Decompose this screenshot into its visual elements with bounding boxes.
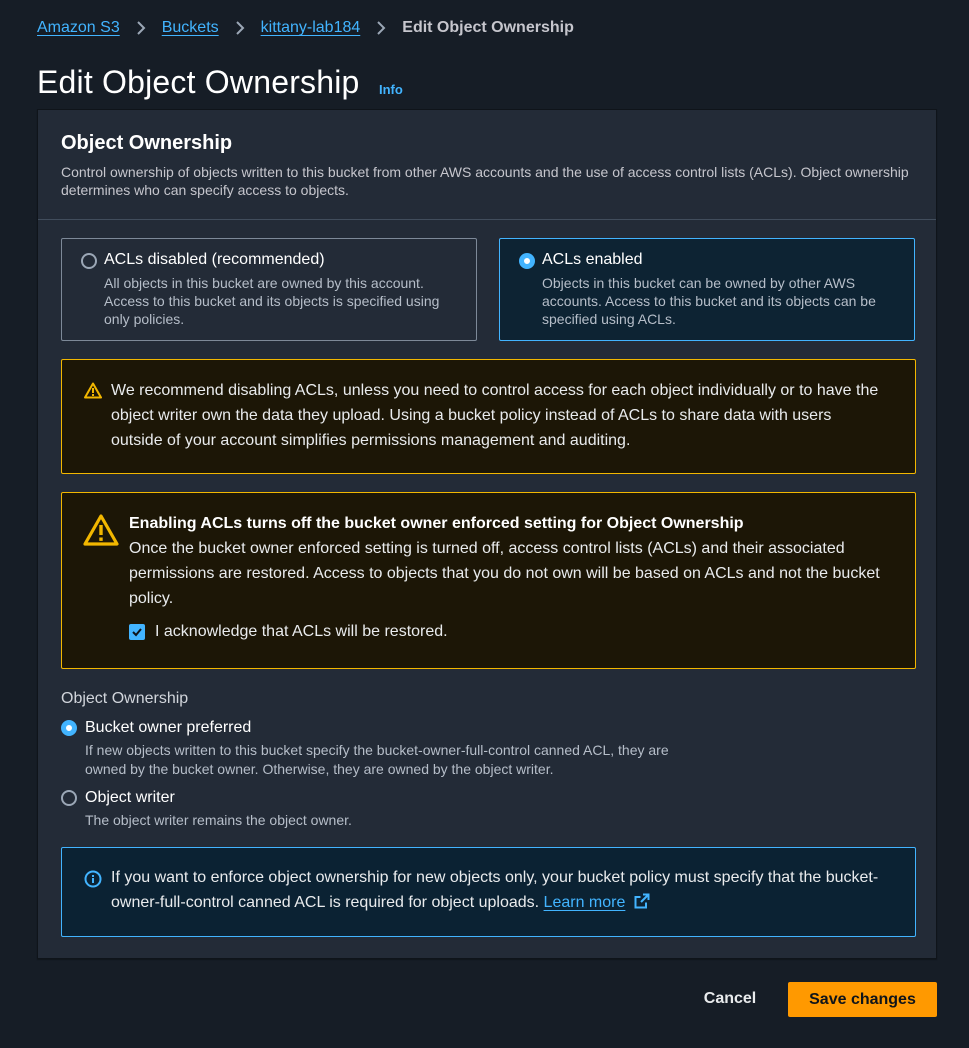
ownership-label: Object Ownership — [61, 690, 189, 707]
learn-more-link[interactable]: Learn more — [544, 894, 626, 911]
chevron-right-icon — [136, 21, 146, 35]
acls-enabled-description: Objects in this bucket can be owned by o… — [542, 275, 876, 327]
breadcrumb-buckets[interactable]: Buckets — [162, 19, 219, 37]
acls-disabled-title: ACLs disabled (recommended) — [104, 251, 325, 268]
info-circle-icon — [84, 870, 102, 893]
enforce-info-alert: If you want to enforce object ownership … — [61, 847, 916, 937]
acls-disabled-tile[interactable]: ACLs disabled (recommended) All objects … — [61, 238, 477, 341]
acls-disabled-description: All objects in this bucket are owned by … — [104, 275, 440, 327]
warning-icon — [84, 382, 102, 404]
acknowledge-checkbox[interactable] — [129, 624, 145, 640]
info-link[interactable]: Info — [379, 82, 403, 97]
acknowledge-row[interactable]: I acknowledge that ACLs will be restored… — [129, 623, 885, 641]
panel-title: Object Ownership — [61, 132, 233, 154]
object-writer-description: The object writer remains the object own… — [85, 812, 352, 828]
bucket-owner-preferred-title: Bucket owner preferred — [85, 719, 252, 736]
enforce-info-text: If you want to enforce object ownership … — [111, 865, 885, 917]
recommend-warning-text: We recommend disabling ACLs, unless you … — [111, 382, 879, 449]
acknowledge-label: I acknowledge that ACLs will be restored… — [155, 623, 448, 640]
object-writer-option[interactable]: Object writer The object writer remains … — [61, 787, 701, 830]
panel-description: Control ownership of objects written to … — [61, 164, 909, 198]
warning-icon — [83, 513, 119, 552]
bucket-owner-preferred-radio[interactable] — [61, 720, 77, 736]
object-writer-radio[interactable] — [61, 790, 77, 806]
acls-disabled-radio[interactable] — [81, 253, 97, 269]
panel-header: Object Ownership Control ownership of ob… — [38, 110, 936, 220]
object-writer-title: Object writer — [85, 789, 175, 806]
acls-enabled-title: ACLs enabled — [542, 251, 643, 268]
enabling-acls-alert: Enabling ACLs turns off the bucket owner… — [61, 492, 916, 669]
recommend-warning-alert: We recommend disabling ACLs, unless you … — [61, 359, 916, 474]
chevron-right-icon — [376, 21, 386, 35]
cancel-button[interactable]: Cancel — [690, 982, 770, 1016]
acls-enabled-radio[interactable] — [519, 253, 535, 269]
chevron-right-icon — [235, 21, 245, 35]
enabling-acls-body: Enabling ACLs turns off the bucket owner… — [129, 512, 885, 641]
bucket-owner-preferred-option[interactable]: Bucket owner preferred If new objects wr… — [61, 717, 701, 779]
save-changes-button[interactable]: Save changes — [788, 982, 937, 1017]
breadcrumb-bucket-name[interactable]: kittany-lab184 — [261, 19, 361, 37]
enabling-acls-heading: Enabling ACLs turns off the bucket owner… — [129, 515, 744, 532]
enforce-info-message: If you want to enforce object ownership … — [111, 869, 879, 911]
breadcrumb-amazon-s3[interactable]: Amazon S3 — [37, 19, 120, 37]
object-ownership-panel: Object Ownership Control ownership of ob… — [37, 109, 937, 959]
breadcrumb-current: Edit Object Ownership — [402, 19, 574, 36]
external-link-icon[interactable] — [634, 892, 650, 917]
page-title: Edit Object Ownership — [37, 64, 360, 100]
enabling-acls-text: Once the bucket owner enforced setting i… — [129, 540, 880, 607]
breadcrumb: Amazon S3 Buckets kittany-lab184 Edit Ob… — [37, 17, 574, 39]
acls-enabled-tile[interactable]: ACLs enabled Objects in this bucket can … — [499, 238, 915, 341]
bucket-owner-preferred-description: If new objects written to this bucket sp… — [85, 742, 669, 777]
